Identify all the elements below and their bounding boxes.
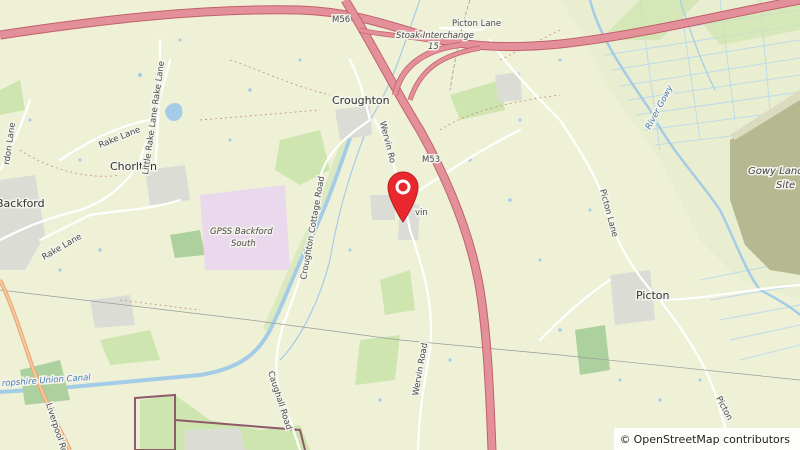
location-pin-icon[interactable] (386, 170, 420, 224)
label-gpss-south: South (231, 239, 256, 249)
label-gpss: GPSS Backford (210, 227, 273, 237)
label-junction-15: 15 (428, 42, 439, 52)
label-stoak-interchange: Stoak Interchange (396, 31, 474, 41)
label-backford: Backford (0, 197, 45, 210)
map-viewport[interactable]: M56 M53 Stoak Interchange 15 Picton Lane… (0, 0, 800, 450)
label-m56: M56 (332, 15, 350, 25)
label-croughton: Croughton (332, 94, 390, 107)
label-gowy-landfill-site: Site (776, 180, 795, 191)
label-picton: Picton (636, 289, 670, 302)
map-attribution: © OpenStreetMap contributors (613, 428, 800, 450)
attribution-link[interactable]: OpenStreetMap contributors (634, 433, 790, 446)
copyright-symbol: © (619, 432, 631, 446)
label-gowy-landfill: Gowy Landfill (748, 166, 800, 177)
label-picton-lane-top: Picton Lane (452, 19, 501, 29)
map-tiles: M56 M53 Stoak Interchange 15 Picton Lane… (0, 0, 800, 450)
label-m53: M53 (422, 155, 440, 165)
